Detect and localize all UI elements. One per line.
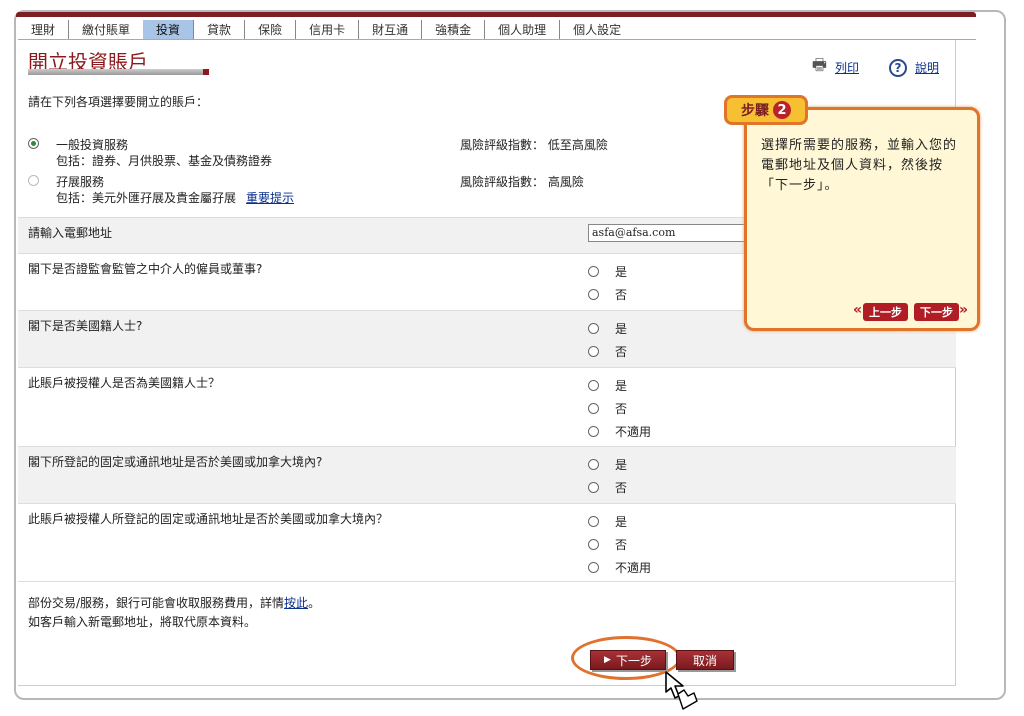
question-text: 閣下所登記的固定或通訊地址是否於美國或加拿大境內?: [28, 455, 323, 469]
radio-no[interactable]: [588, 403, 599, 414]
option-label: 是: [615, 458, 628, 472]
option-label: 不適用: [615, 561, 652, 575]
option-label: 是: [615, 322, 628, 336]
print-link[interactable]: 列印: [835, 59, 859, 76]
account-includes: 包括：證券、月供股票、基金及債務證券: [56, 154, 273, 168]
radio-yes[interactable]: [588, 516, 599, 527]
account-name: 一般投資服務: [56, 138, 129, 152]
nav-item-settings[interactable]: 個人設定: [559, 20, 634, 39]
next-button[interactable]: ▶ 下一步: [590, 650, 666, 670]
radio-not-applicable[interactable]: [588, 426, 599, 437]
callout-prev-button[interactable]: 上一步: [863, 303, 908, 321]
radio-yes[interactable]: [588, 380, 599, 391]
help-icon[interactable]: ?: [888, 58, 907, 77]
fee-note: 部份交易/服務，銀行可能會收取服務費用，詳情按此。: [28, 596, 321, 610]
radio-no[interactable]: [588, 289, 599, 300]
radio-no[interactable]: [588, 539, 599, 550]
double-chevron-left-icon: «: [853, 302, 863, 318]
form-intro: 請在下列各項選擇要開立的賬戶：: [28, 95, 209, 109]
option-label: 不適用: [615, 425, 652, 439]
option-label: 否: [615, 538, 628, 552]
account-name: 孖展服務: [56, 175, 105, 189]
account-risk: 風險評級指數： 高風險: [460, 175, 584, 189]
radio-no[interactable]: [588, 482, 599, 493]
cancel-button[interactable]: 取消: [676, 650, 734, 670]
step-label: 步驟: [741, 103, 769, 119]
callout-next-button[interactable]: 下一步: [914, 303, 959, 321]
double-chevron-right-icon: »: [959, 302, 969, 318]
main-nav: 理財 繳付賬單 投資 貸款 保險 信用卡 財互通 強積金 個人助理 個人設定: [18, 17, 976, 39]
question-row: 閣下所登記的固定或通訊地址是否於美國或加拿大境內? 是 否: [18, 446, 956, 503]
play-icon: ▶: [604, 655, 611, 665]
hand-cursor-icon: [665, 671, 698, 710]
radio-general-investment[interactable]: [28, 138, 39, 149]
title-underline: [28, 69, 209, 75]
step-badge: 步驟 2: [724, 95, 808, 125]
nav-item-investment[interactable]: 投資: [143, 20, 194, 39]
important-notice-link[interactable]: 重要提示: [246, 191, 294, 205]
option-label: 否: [615, 288, 628, 302]
account-includes: 包括：美元外匯孖展及貴金屬孖展 重要提示: [56, 191, 295, 205]
email-note: 如客戶輸入新電郵地址，將取代原本資料。: [28, 615, 257, 629]
question-row: 此賬戶被授權人是否為美國籍人士？ 是 否 不適用: [18, 367, 956, 446]
nav-item-mpf[interactable]: 強積金: [421, 20, 484, 39]
option-label: 是: [615, 515, 628, 529]
nav-item-loans[interactable]: 貸款: [193, 20, 244, 39]
radio-no[interactable]: [588, 346, 599, 357]
option-label: 是: [615, 379, 628, 393]
printer-icon[interactable]: 🖶: [812, 54, 827, 81]
help-link[interactable]: 說明: [915, 59, 939, 76]
callout-text: 選擇所需要的服務，並輸入您的電郵地址及個人資料，然後按「下一步」。: [761, 138, 958, 193]
radio-yes[interactable]: [588, 459, 599, 470]
question-text: 閣下是否證監會監管之中介人的僱員或董事?: [28, 262, 263, 276]
question-text: 此賬戶被授權人所登記的固定或通訊地址是否於美國或加拿大境內？: [28, 512, 389, 526]
page-tools: 🖶 列印 ? 說明: [812, 54, 939, 81]
option-label: 否: [615, 345, 628, 359]
nav-item-bill-pay[interactable]: 繳付賬單: [68, 20, 143, 39]
nav-item-mobile[interactable]: 財互通: [358, 20, 421, 39]
fee-details-link[interactable]: 按此: [284, 596, 308, 610]
nav-item-credit-card[interactable]: 信用卡: [295, 20, 358, 39]
question-text: 閣下是否美國籍人士?: [28, 319, 143, 333]
radio-margin-service[interactable]: [28, 175, 39, 186]
footnotes: 部份交易/服務，銀行可能會收取服務費用，詳情按此。 如客戶輸入新電郵地址，將取代…: [28, 594, 320, 632]
radio-yes[interactable]: [588, 323, 599, 334]
account-risk: 風險評級指數： 低至高風險: [460, 138, 608, 152]
radio-yes[interactable]: [588, 266, 599, 277]
email-label: 請輸入電郵地址: [28, 226, 113, 240]
option-label: 是: [615, 265, 628, 279]
nav-item-assistant[interactable]: 個人助理: [484, 20, 559, 39]
step-number: 2: [773, 101, 791, 119]
option-label: 否: [615, 481, 628, 495]
option-label: 否: [615, 402, 628, 416]
question-row: 此賬戶被授權人所登記的固定或通訊地址是否於美國或加拿大境內？ 是 否 不適用: [18, 503, 956, 582]
nav-item-wealth[interactable]: 理財: [18, 20, 68, 39]
radio-not-applicable[interactable]: [588, 562, 599, 573]
email-input[interactable]: asfa@afsa.com: [588, 224, 768, 242]
tutorial-callout: 選擇所需要的服務，並輸入您的電郵地址及個人資料，然後按「下一步」。 « 上一步 …: [744, 107, 980, 331]
nav-item-insurance[interactable]: 保險: [244, 20, 295, 39]
question-text: 此賬戶被授權人是否為美國籍人士？: [28, 376, 221, 390]
